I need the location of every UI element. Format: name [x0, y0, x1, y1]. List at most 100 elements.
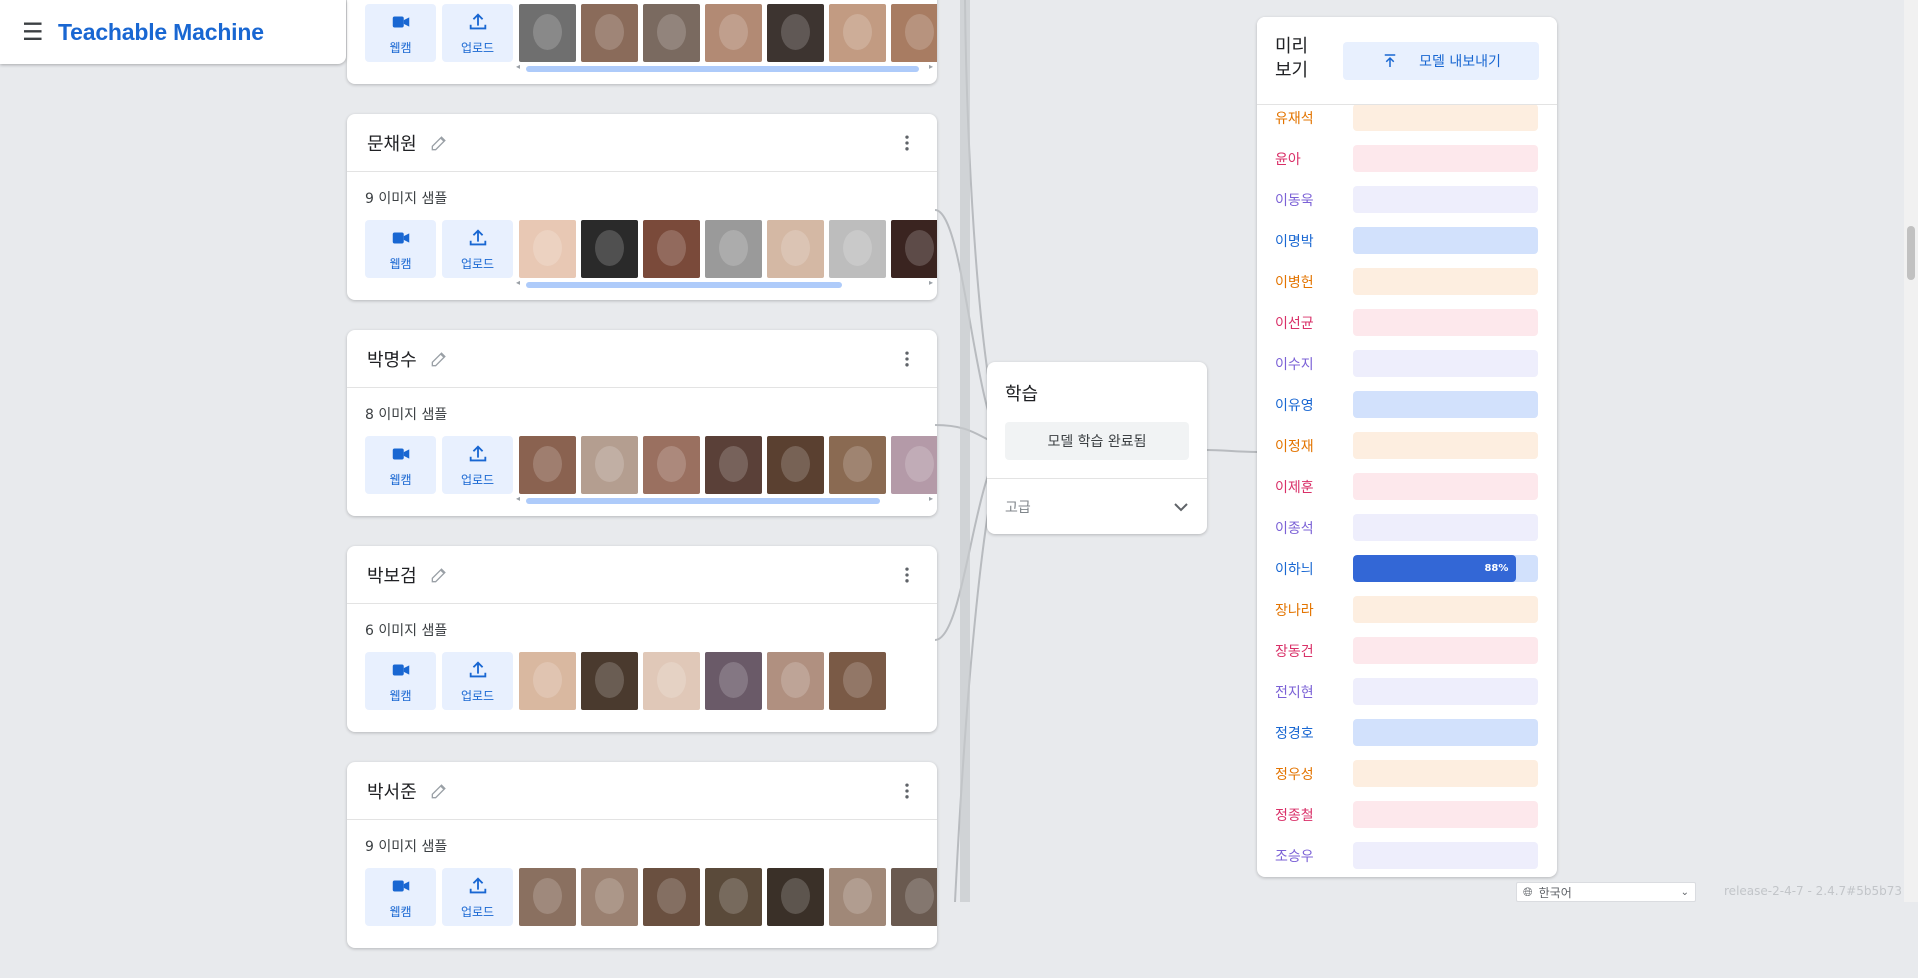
upload-button[interactable]: 업로드: [442, 4, 513, 62]
webcam-button[interactable]: 웹캠: [365, 436, 436, 494]
class-list: 웹캠 업로드 ◂ ▸ 문채원 9 이미지 샘플 웹캠 업로드 ◂ ▸ 박명수 8…: [347, 0, 937, 978]
sample-thumbnail[interactable]: [519, 220, 576, 278]
sample-thumbnail[interactable]: [643, 436, 700, 494]
sample-thumbnail[interactable]: [643, 220, 700, 278]
sample-thumbnail[interactable]: [829, 868, 886, 926]
sample-thumbnail[interactable]: [829, 4, 886, 62]
confidence-bar: [1353, 186, 1538, 213]
sample-thumbnail[interactable]: [705, 4, 762, 62]
upload-button[interactable]: 업로드: [442, 868, 513, 926]
train-model-button[interactable]: 모델 학습 완료됨: [1005, 422, 1189, 460]
sample-thumbnail[interactable]: [581, 220, 638, 278]
advanced-toggle[interactable]: 고급: [1005, 480, 1193, 534]
more-options-icon[interactable]: [895, 347, 919, 371]
scrollbar-thumb[interactable]: [1907, 226, 1915, 280]
prediction-row: 이수지: [1257, 343, 1557, 384]
sample-thumbnail[interactable]: [581, 868, 638, 926]
prediction-class-name: 이수지: [1275, 356, 1314, 373]
webcam-icon: [390, 227, 412, 255]
class-name[interactable]: 박서준: [367, 778, 417, 804]
sample-thumbnail[interactable]: [891, 220, 937, 278]
more-options-icon[interactable]: [895, 779, 919, 803]
edit-icon[interactable]: [429, 781, 449, 801]
webcam-button[interactable]: 웹캠: [365, 868, 436, 926]
class-name[interactable]: 박보검: [367, 562, 417, 588]
divider: [987, 478, 1207, 479]
menu-icon[interactable]: ☰: [22, 20, 46, 44]
webcam-button[interactable]: 웹캠: [365, 220, 436, 278]
scroll-right-icon[interactable]: ▸: [929, 62, 933, 71]
sample-thumbnail[interactable]: [519, 436, 576, 494]
sample-count: 9 이미지 샘플: [365, 839, 448, 855]
sample-thumbnail[interactable]: [643, 4, 700, 62]
sample-thumbnail[interactable]: [519, 868, 576, 926]
sample-thumbnails[interactable]: [519, 436, 937, 494]
sample-thumbnail[interactable]: [705, 220, 762, 278]
scrollbar-thumb[interactable]: [526, 66, 919, 72]
upload-button[interactable]: 업로드: [442, 436, 513, 494]
sample-thumbnail[interactable]: [767, 868, 824, 926]
scrollbar-thumb[interactable]: [526, 282, 842, 288]
training-card: 학습 모델 학습 완료됨 고급: [987, 362, 1207, 534]
class-card-body: 9 이미지 샘플 웹캠 업로드 ◂ ▸: [347, 172, 937, 300]
sample-thumbnails[interactable]: [519, 220, 937, 278]
sample-thumbnail[interactable]: [891, 868, 937, 926]
thumbnail-scrollbar[interactable]: ◂ ▸: [516, 494, 933, 506]
more-options-icon[interactable]: [895, 131, 919, 155]
confidence-bar: [1353, 596, 1538, 623]
scroll-right-icon[interactable]: ▸: [929, 278, 933, 287]
scroll-left-icon[interactable]: ◂: [516, 494, 520, 503]
sample-thumbnail[interactable]: [519, 4, 576, 62]
sample-thumbnail[interactable]: [829, 652, 886, 710]
upload-button[interactable]: 업로드: [442, 652, 513, 710]
sample-thumbnails[interactable]: [519, 4, 937, 62]
sample-thumbnail[interactable]: [891, 436, 937, 494]
chevron-down-icon: [1174, 503, 1188, 512]
language-select[interactable]: 🌐︎ 한국어 ⌄: [1516, 882, 1696, 902]
sample-thumbnail[interactable]: [643, 652, 700, 710]
scroll-right-icon[interactable]: ▸: [929, 494, 933, 503]
sample-thumbnail[interactable]: [767, 436, 824, 494]
sample-thumbnails[interactable]: [519, 652, 886, 710]
sample-thumbnail[interactable]: [705, 868, 762, 926]
app-title[interactable]: Teachable Machine: [58, 19, 264, 46]
prediction-row: 전지현: [1257, 671, 1557, 712]
class-name[interactable]: 문채원: [367, 130, 417, 156]
export-model-button[interactable]: 모델 내보내기: [1343, 42, 1539, 80]
sample-thumbnail[interactable]: [767, 652, 824, 710]
sample-thumbnail[interactable]: [767, 4, 824, 62]
sample-thumbnail[interactable]: [519, 652, 576, 710]
sample-row: 웹캠 업로드: [365, 652, 937, 710]
thumbnail-scrollbar[interactable]: ◂ ▸: [516, 62, 933, 74]
sample-thumbnail[interactable]: [581, 652, 638, 710]
scroll-left-icon[interactable]: ◂: [516, 62, 520, 71]
prediction-row: 정우성: [1257, 753, 1557, 794]
edit-icon[interactable]: [429, 565, 449, 585]
sample-thumbnails[interactable]: [519, 868, 937, 926]
sample-thumbnail[interactable]: [891, 4, 937, 62]
confidence-bar: [1353, 432, 1538, 459]
confidence-bar: [1353, 719, 1538, 746]
edit-icon[interactable]: [429, 133, 449, 153]
prediction-class-name: 전지현: [1275, 684, 1314, 701]
class-card-body: 웹캠 업로드 ◂ ▸: [347, 0, 937, 84]
sample-thumbnail[interactable]: [581, 436, 638, 494]
page-scrollbar[interactable]: [1904, 0, 1918, 902]
scrollbar-thumb[interactable]: [526, 498, 881, 504]
sample-thumbnail[interactable]: [829, 220, 886, 278]
sample-thumbnail[interactable]: [643, 868, 700, 926]
more-options-icon[interactable]: [895, 563, 919, 587]
scroll-left-icon[interactable]: ◂: [516, 278, 520, 287]
thumbnail-scrollbar[interactable]: ◂ ▸: [516, 278, 933, 290]
sample-thumbnail[interactable]: [829, 436, 886, 494]
edit-icon[interactable]: [429, 349, 449, 369]
webcam-button[interactable]: 웹캠: [365, 4, 436, 62]
webcam-button[interactable]: 웹캠: [365, 652, 436, 710]
sample-thumbnail[interactable]: [705, 652, 762, 710]
upload-button[interactable]: 업로드: [442, 220, 513, 278]
sample-count: 8 이미지 샘플: [365, 407, 448, 423]
class-name[interactable]: 박명수: [367, 346, 417, 372]
sample-thumbnail[interactable]: [581, 4, 638, 62]
sample-thumbnail[interactable]: [705, 436, 762, 494]
sample-thumbnail[interactable]: [767, 220, 824, 278]
